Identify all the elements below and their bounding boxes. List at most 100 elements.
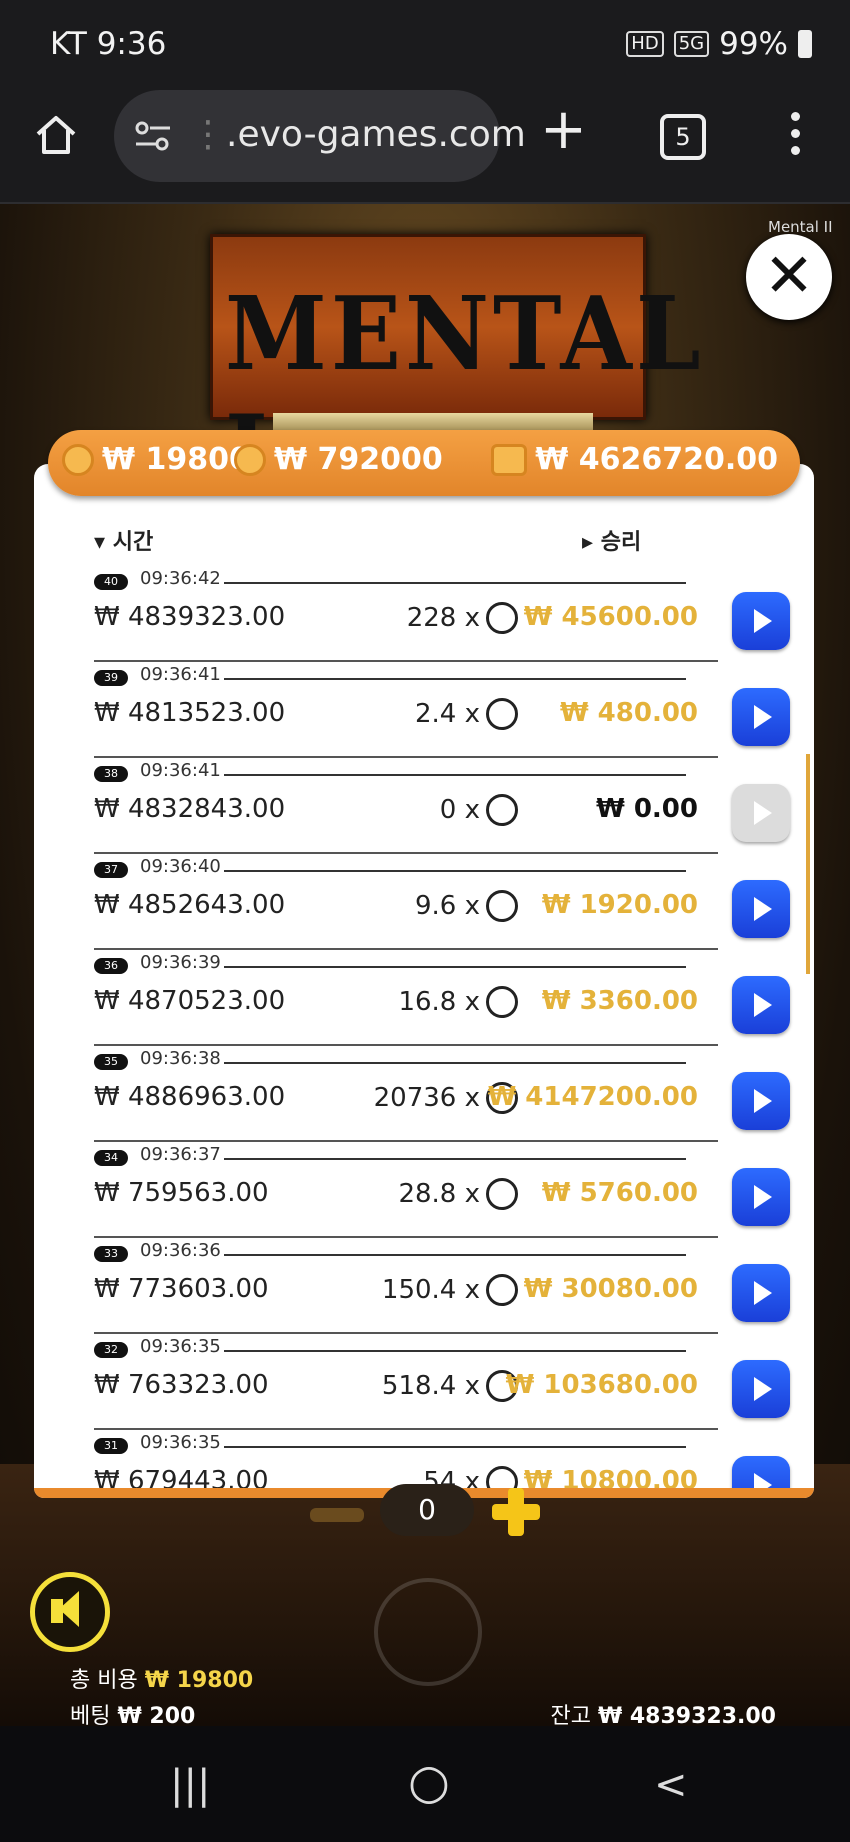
more-menu-icon[interactable] <box>788 112 802 160</box>
spin-button[interactable] <box>374 1578 482 1686</box>
footer-balance-value: ₩ 4839323.00 <box>597 1704 776 1726</box>
home-icon[interactable] <box>34 112 78 156</box>
round-multiplier: 2.4 x <box>415 698 518 730</box>
history-row: 40 09:36:42 ₩ 4839323.00 228 x ₩ 45600.0… <box>94 568 718 664</box>
replay-button[interactable] <box>732 1168 790 1226</box>
url-text[interactable]: ⋮.evo-games.com <box>190 114 526 155</box>
max-win-stat: ₩ 792000 <box>234 442 443 477</box>
history-row: 37 09:36:40 ₩ 4852643.00 9.6 x ₩ 1920.00 <box>94 856 718 952</box>
site-settings-icon[interactable] <box>134 120 172 152</box>
round-index: 34 <box>94 1150 128 1166</box>
round-balance: ₩ 4852643.00 <box>94 890 286 920</box>
round-multiplier: 228 x <box>407 602 518 634</box>
sound-icon[interactable] <box>30 1572 110 1652</box>
multiplier-text: 20736 x <box>373 1083 480 1113</box>
coin-icon <box>486 986 518 1018</box>
divider <box>224 1446 686 1448</box>
minus-button[interactable] <box>310 1508 364 1522</box>
round-time: 09:36:36 <box>140 1240 221 1261</box>
coin-icon <box>486 698 518 730</box>
round-index: 32 <box>94 1342 128 1358</box>
round-time: 09:36:41 <box>140 760 221 781</box>
game-logo: MENTAL II <box>210 234 701 512</box>
divider <box>224 1158 686 1160</box>
round-multiplier: 9.6 x <box>415 890 518 922</box>
row-separator <box>94 1428 718 1430</box>
time-sort-header[interactable]: ▾ 시간 <box>94 524 153 556</box>
url-domain: .evo-games.com <box>226 114 526 155</box>
coin-icon <box>486 1178 518 1210</box>
total-cost-label: 총 비용 <box>70 1668 138 1693</box>
stats-bar: ₩ 19800 ₩ 792000 ₩ 4626720.00 <box>48 430 800 496</box>
history-row: 34 09:36:37 ₩ 759563.00 28.8 x ₩ 5760.00 <box>94 1144 718 1240</box>
round-balance: ₩ 4832843.00 <box>94 794 286 824</box>
history-panel: ▾ 시간 ▸ 승리 40 09:36:42 ₩ 4839323.00 228 x… <box>34 464 814 1498</box>
replay-button[interactable] <box>732 976 790 1034</box>
wallet-icon <box>491 443 528 476</box>
round-win: ₩ 3360.00 <box>541 986 698 1016</box>
replay-button[interactable] <box>732 592 790 650</box>
round-balance: ₩ 759563.00 <box>94 1178 269 1208</box>
round-multiplier: 0 x <box>440 794 518 826</box>
round-index: 38 <box>94 766 128 782</box>
footer-balance-text: 잔고 ₩ 4839323.00 <box>550 1698 776 1726</box>
coin-icon <box>486 1274 518 1306</box>
coin-icon <box>62 443 94 476</box>
replay-button[interactable] <box>732 1264 790 1322</box>
multiplier-text: 0 x <box>439 795 480 825</box>
replay-button[interactable] <box>732 880 790 938</box>
game-name: Mental II <box>768 218 833 236</box>
round-balance: ₩ 763323.00 <box>94 1370 269 1400</box>
status-icons: HD 5G 99% <box>626 26 812 62</box>
round-index: 39 <box>94 670 128 686</box>
history-row: 32 09:36:35 ₩ 763323.00 518.4 x ₩ 103680… <box>94 1336 718 1432</box>
balance-value: ₩ 4626720.00 <box>535 442 778 477</box>
replay-button[interactable] <box>732 688 790 746</box>
round-win: ₩ 1920.00 <box>541 890 698 920</box>
row-separator <box>94 1332 718 1334</box>
round-time: 09:36:39 <box>140 952 221 973</box>
balance-stat: ₩ 4626720.00 <box>491 442 778 477</box>
round-index: 37 <box>94 862 128 878</box>
round-win: ₩ 4147200.00 <box>487 1082 698 1112</box>
row-separator <box>94 1140 718 1142</box>
total-cost-text: 총 비용 ₩ 19800 <box>70 1662 253 1694</box>
row-separator <box>94 948 718 950</box>
address-bar[interactable]: ⋮.evo-games.com <box>114 90 526 182</box>
row-separator <box>94 852 718 854</box>
replay-button[interactable] <box>732 1360 790 1418</box>
home-button[interactable]: ○ <box>408 1754 450 1810</box>
status-bar: KT 9:36 HD 5G 99% <box>0 0 850 90</box>
scrollbar[interactable] <box>806 754 810 974</box>
coin-icon <box>486 602 518 634</box>
divider <box>224 1350 686 1352</box>
win-sort-header[interactable]: ▸ 승리 <box>582 524 641 556</box>
multiplier-text: 150.4 x <box>381 1275 480 1305</box>
divider <box>224 1062 686 1064</box>
round-multiplier: 28.8 x <box>398 1178 518 1210</box>
round-win: ₩ 0.00 <box>596 794 698 824</box>
plus-button[interactable] <box>488 1484 544 1540</box>
round-win: ₩ 30080.00 <box>523 1274 698 1304</box>
tab-switcher-button[interactable]: 5 <box>660 114 706 160</box>
round-index: 35 <box>94 1054 128 1070</box>
multiplier-text: 9.6 x <box>415 891 480 921</box>
multiplier-text: 228 x <box>406 603 480 633</box>
battery-text: 99% <box>719 26 788 62</box>
round-index: 33 <box>94 1246 128 1262</box>
recent-apps-button[interactable]: ||| <box>170 1762 210 1808</box>
round-time: 09:36:40 <box>140 856 221 877</box>
browser-toolbar: ⋮.evo-games.com + 5 <box>0 90 850 204</box>
round-win: ₩ 5760.00 <box>541 1178 698 1208</box>
round-multiplier: 16.8 x <box>398 986 518 1018</box>
close-button[interactable]: ✕ <box>746 234 832 320</box>
divider <box>224 966 686 968</box>
history-row: 36 09:36:39 ₩ 4870523.00 16.8 x ₩ 3360.0… <box>94 952 718 1048</box>
round-time: 09:36:35 <box>140 1336 221 1357</box>
win-header-label: 승리 <box>600 530 642 555</box>
total-cost-value: ₩ 19800 <box>144 1668 254 1693</box>
divider <box>224 774 686 776</box>
back-button[interactable]: < <box>654 1762 688 1808</box>
replay-button[interactable] <box>732 1072 790 1130</box>
new-tab-button[interactable]: + <box>540 102 587 158</box>
